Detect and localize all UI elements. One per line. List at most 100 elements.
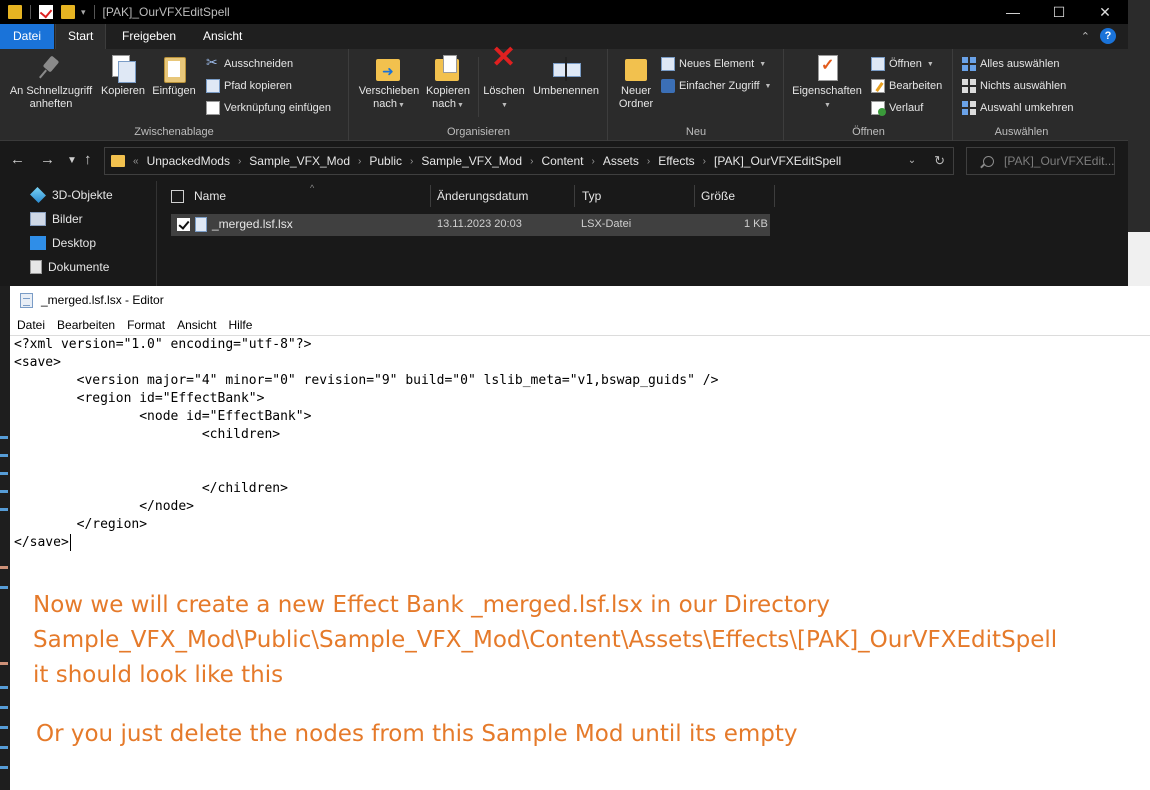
chevron-up-icon[interactable]: ⌃	[1081, 30, 1090, 43]
code-line: </region>	[14, 517, 148, 532]
rename-button[interactable]: Umbenennen	[530, 55, 602, 98]
chevron-right-icon[interactable]: ›	[410, 156, 413, 167]
column-name[interactable]: Name ^	[171, 183, 431, 207]
tab-view[interactable]: Ansicht	[191, 24, 254, 49]
properties-button[interactable]: Eigenschaften ▼	[789, 55, 865, 112]
text-editor[interactable]: <?xml version="1.0" encoding="utf-8"?> <…	[10, 335, 1150, 790]
paste-shortcut-button[interactable]: Verknüpfung einfügen	[206, 99, 331, 117]
column-divider[interactable]	[430, 185, 431, 207]
shortcut-icon	[206, 101, 220, 115]
breadcrumb-sample-vfx-mod-2[interactable]: Sample_VFX_Mod	[421, 154, 522, 168]
new-folder-button[interactable]: Neuer Ordner	[613, 55, 659, 111]
breadcrumb-content[interactable]: Content	[541, 154, 583, 168]
delete-button[interactable]: Löschen ▼	[482, 51, 526, 112]
code-marker	[0, 586, 8, 589]
move-label: nach	[373, 98, 397, 110]
breadcrumb-current-folder[interactable]: [PAK]_OurVFXEditSpell	[714, 154, 841, 168]
history-button[interactable]: Verlauf	[871, 99, 923, 117]
nav-item-label: 3D-Objekte	[52, 188, 113, 202]
breadcrumb-assets[interactable]: Assets	[603, 154, 639, 168]
column-size[interactable]: Größe	[701, 185, 735, 207]
menu-format[interactable]: Format	[121, 316, 171, 334]
nav-item-pictures[interactable]: Bilder	[30, 209, 83, 229]
file-modified: 13.11.2023 20:03	[437, 218, 522, 230]
code-line: <region id="EffectBank">	[14, 391, 265, 406]
close-button[interactable]: ✕	[1082, 0, 1128, 24]
edit-button[interactable]: Bearbeiten	[871, 77, 942, 95]
recent-locations-chevron-icon[interactable]: ▼	[67, 155, 77, 166]
group-organize: Verschieben nach▼ Kopieren nach▼ Löschen…	[350, 49, 608, 141]
easy-access-button[interactable]: Einfacher Zugriff ▼	[661, 77, 771, 95]
new-item-button[interactable]: Neues Element ▼	[661, 55, 766, 73]
chevron-right-icon[interactable]: ›	[703, 156, 706, 167]
cut-button[interactable]: Ausschneiden	[206, 54, 293, 73]
properties-quick-icon[interactable]	[39, 5, 53, 19]
desktop-icon	[30, 236, 46, 250]
forward-arrow-icon[interactable]: →	[40, 151, 55, 168]
select-all-button[interactable]: Alles auswählen	[962, 55, 1060, 73]
table-row[interactable]: _merged.lsf.lsx 13.11.2023 20:03 LSX-Dat…	[171, 214, 770, 236]
open-label: Öffnen	[889, 58, 922, 70]
refresh-icon[interactable]: ↻	[934, 153, 945, 169]
maximize-button[interactable]: ☐	[1036, 0, 1082, 24]
customize-quick-access-icon[interactable]: ▾	[81, 7, 86, 18]
invert-selection-button[interactable]: Auswahl umkehren	[962, 99, 1074, 117]
menu-file[interactable]: Datei	[10, 316, 51, 334]
menu-view[interactable]: Ansicht	[171, 316, 222, 334]
new-folder-quick-icon[interactable]	[61, 5, 75, 19]
breadcrumb-sample-vfx-mod[interactable]: Sample_VFX_Mod	[249, 154, 350, 168]
code-marker	[0, 566, 8, 569]
chevron-right-icon[interactable]: ›	[238, 156, 241, 167]
tab-start[interactable]: Start	[55, 24, 107, 49]
column-date[interactable]: Änderungsdatum	[437, 185, 528, 207]
nav-item-label: Bilder	[52, 212, 83, 226]
chevron-right-icon[interactable]: ›	[647, 156, 650, 167]
copy-path-button[interactable]: Pfad kopieren	[206, 77, 292, 95]
column-date-label: Änderungsdatum	[437, 189, 529, 203]
chevron-right-icon[interactable]: ›	[591, 156, 594, 167]
open-button[interactable]: Öffnen ▼	[871, 55, 934, 73]
back-arrow-icon[interactable]: ←	[10, 151, 25, 168]
code-marker	[0, 490, 8, 493]
pin-quick-access-button[interactable]: An Schnellzugriff anheften	[5, 55, 97, 111]
address-dropdown-icon[interactable]: ⌄	[908, 155, 916, 169]
code-line: </node>	[14, 499, 195, 514]
select-none-button[interactable]: Nichts auswählen	[962, 77, 1066, 95]
nav-item-3d-objects[interactable]: 3D-Objekte	[30, 185, 113, 205]
copy-to-button[interactable]: Kopieren nach▼	[424, 55, 472, 112]
menu-edit[interactable]: Bearbeiten	[51, 316, 121, 334]
overflow-chevron-icon[interactable]: «	[133, 156, 139, 167]
code-line: <?xml version="1.0" encoding="utf-8"?>	[14, 337, 312, 352]
properties-label: Eigenschaften	[792, 85, 862, 97]
chevron-right-icon[interactable]: ›	[358, 156, 361, 167]
breadcrumb-unpackedmods[interactable]: UnpackedMods	[147, 154, 230, 168]
minimize-button[interactable]: —	[990, 0, 1036, 24]
move-to-button[interactable]: Verschieben nach▼	[356, 55, 422, 112]
chevron-right-icon[interactable]: ›	[530, 156, 533, 167]
group-open: Eigenschaften ▼ Öffnen ▼ Bearbeiten Verl…	[785, 49, 953, 141]
paste-button[interactable]: Einfügen	[150, 55, 198, 98]
divider	[30, 5, 31, 19]
group-label: Öffnen	[852, 126, 885, 138]
search-input[interactable]: [PAK]_OurVFXEdit...	[966, 147, 1115, 175]
scissors-icon	[206, 54, 220, 71]
column-type[interactable]: Typ	[582, 185, 601, 207]
new-item-label: Neues Element	[679, 58, 755, 70]
menu-help[interactable]: Hilfe	[222, 316, 258, 334]
nav-item-documents[interactable]: Dokumente	[30, 257, 109, 277]
tab-share[interactable]: Freigeben	[110, 24, 188, 49]
breadcrumb-effects[interactable]: Effects	[658, 154, 694, 168]
select-all-checkbox[interactable]	[171, 189, 184, 203]
column-divider[interactable]	[694, 185, 695, 207]
breadcrumb-public[interactable]: Public	[369, 154, 402, 168]
address-bar[interactable]: « UnpackedMods › Sample_VFX_Mod › Public…	[104, 147, 954, 175]
help-icon[interactable]: ?	[1100, 28, 1116, 44]
column-divider[interactable]	[574, 185, 575, 207]
copy-button[interactable]: Kopieren	[98, 55, 148, 98]
column-size-label: Größe	[701, 189, 736, 203]
up-arrow-icon[interactable]: ↑	[84, 151, 92, 168]
row-checkbox[interactable]	[177, 218, 190, 231]
nav-item-desktop[interactable]: Desktop	[30, 233, 96, 253]
column-divider[interactable]	[774, 185, 775, 207]
tab-file[interactable]: Datei	[0, 24, 54, 49]
